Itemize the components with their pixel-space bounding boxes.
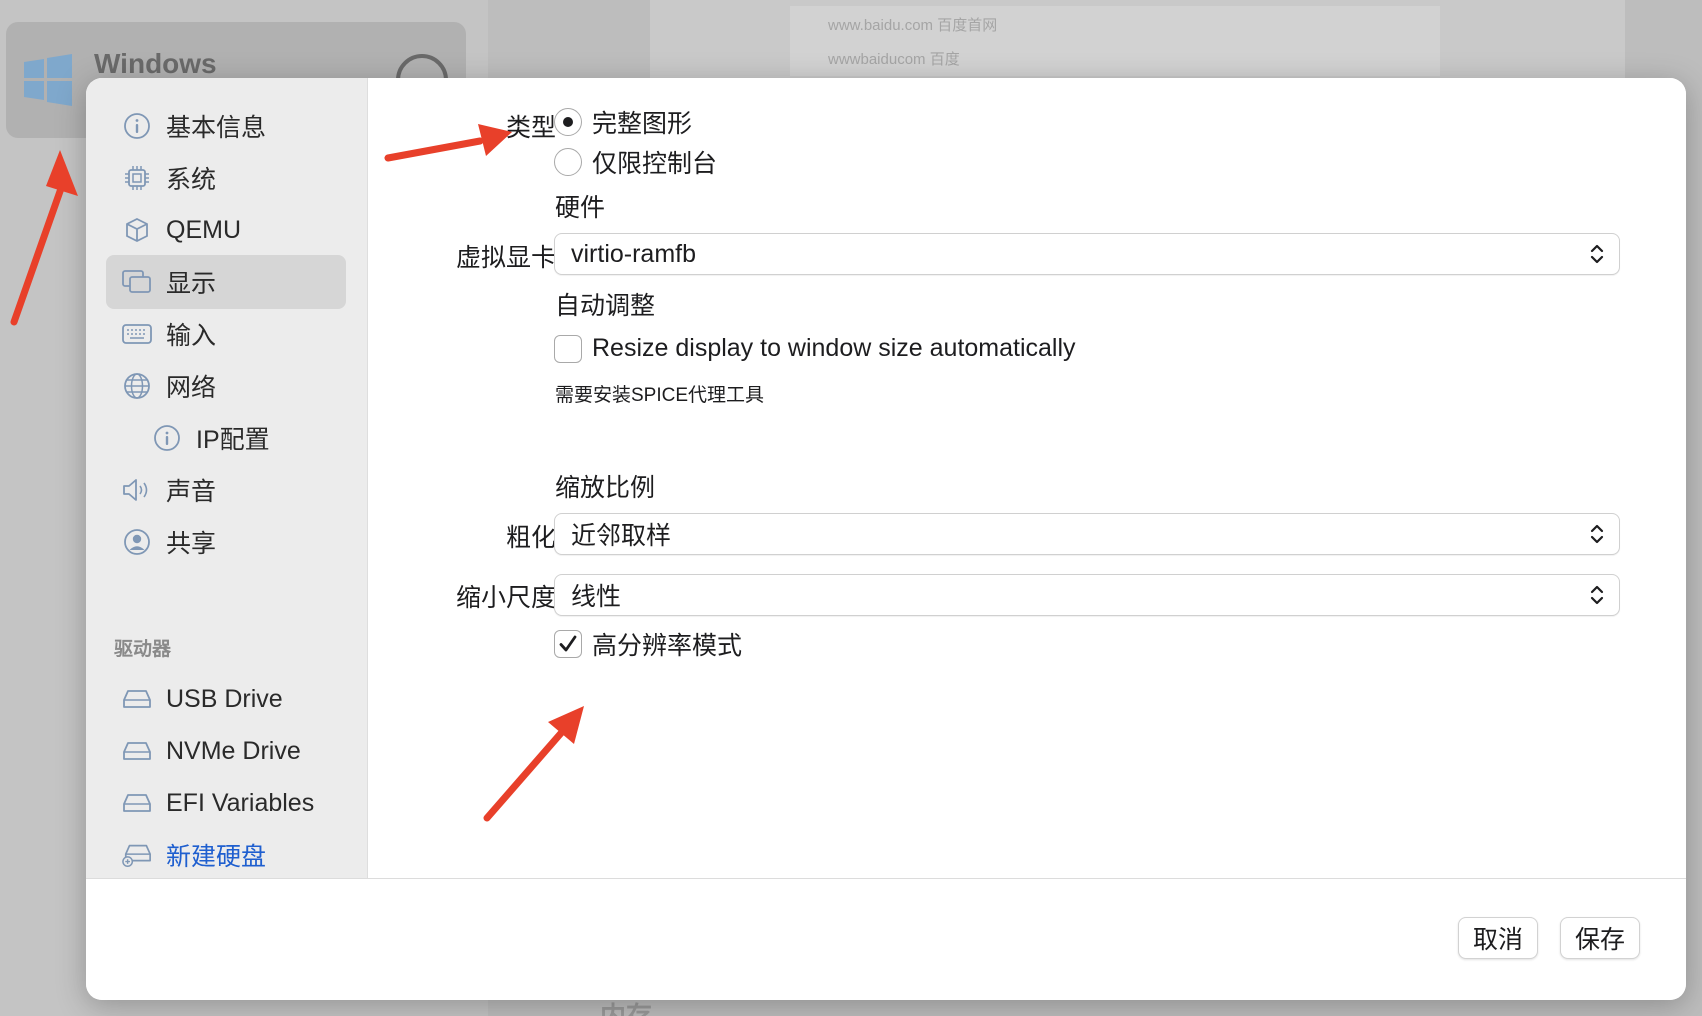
red-arrow-icon — [483, 706, 584, 822]
annotation-arrows — [10, 124, 584, 822]
red-arrow-icon — [10, 150, 78, 326]
red-arrow-icon — [384, 124, 512, 162]
